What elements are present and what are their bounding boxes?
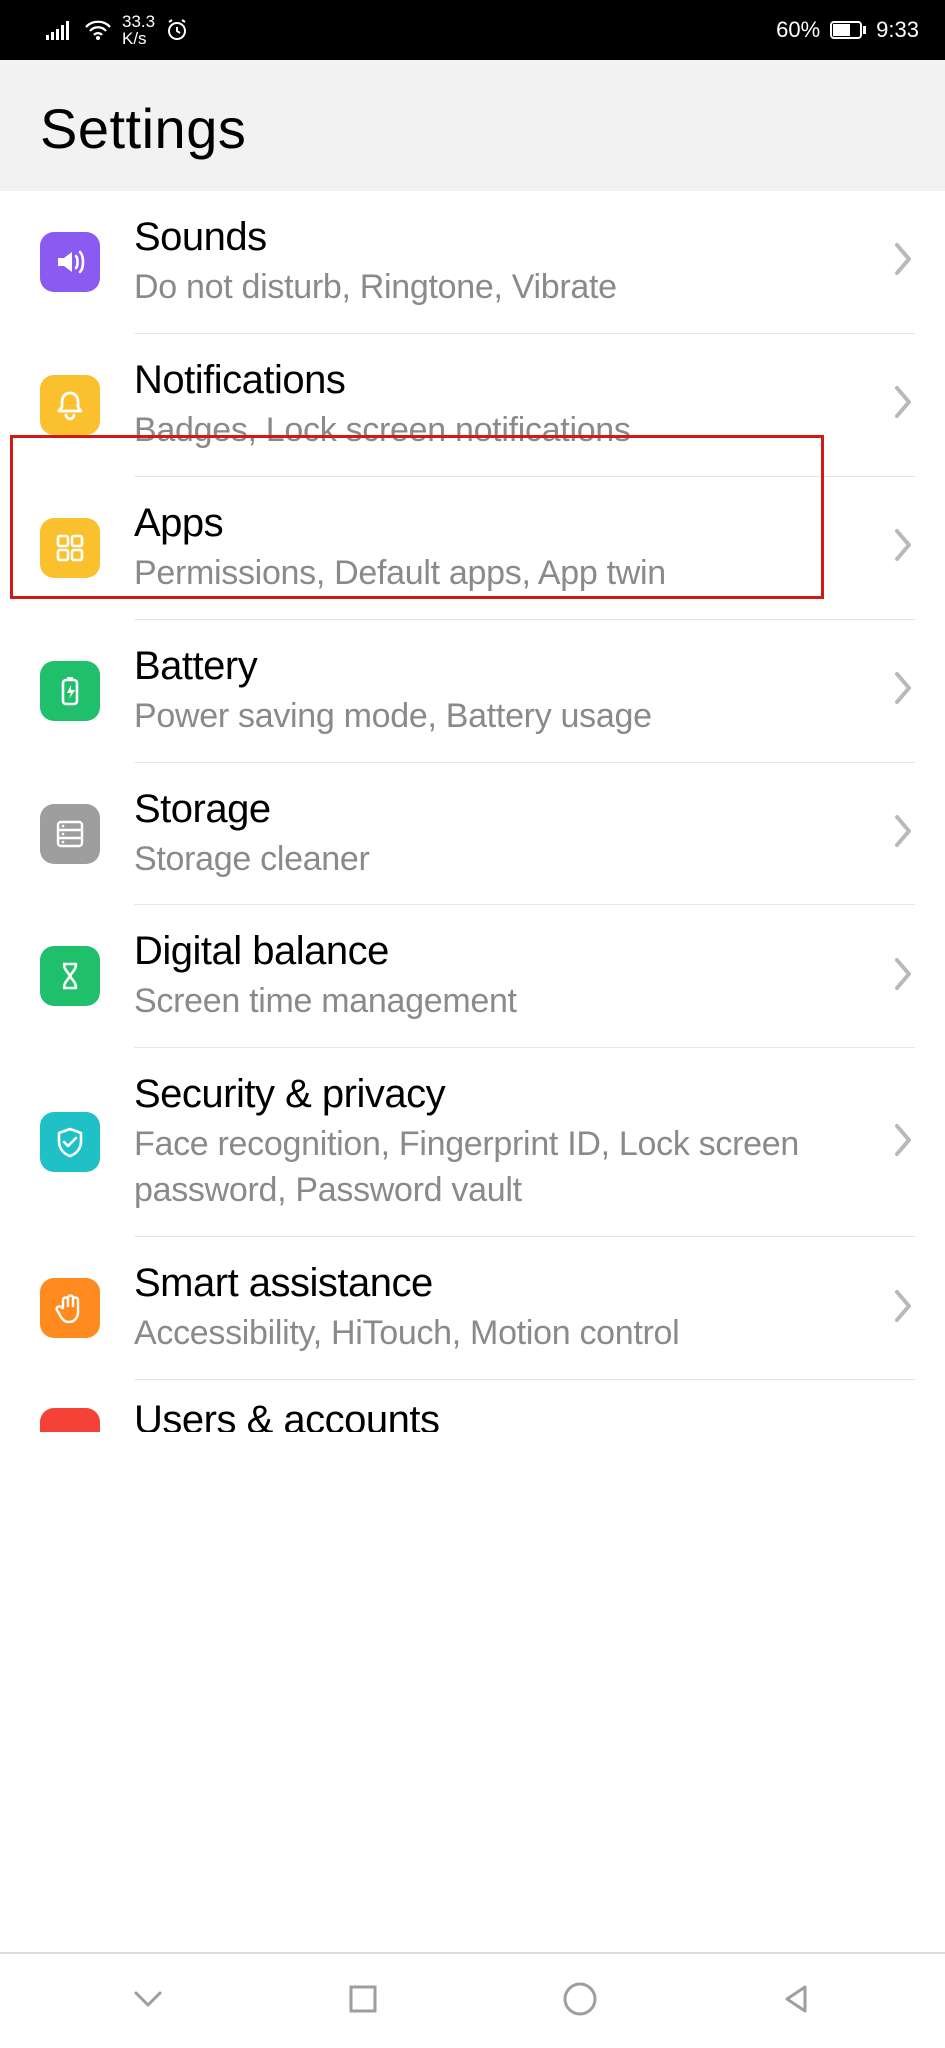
item-title: Digital balance (134, 927, 881, 975)
item-content: Storage Storage cleaner (100, 785, 893, 883)
item-subtitle: Storage cleaner (134, 837, 881, 883)
settings-item-sounds[interactable]: Sounds Do not disturb, Ringtone, Vibrate (0, 191, 945, 333)
chevron-right-icon (893, 241, 915, 282)
speed-number: 33.3 (122, 13, 155, 30)
item-title: Storage (134, 785, 881, 833)
alarm-icon (165, 18, 189, 42)
status-bar: 33.3 K/s 60% 9:33 (0, 0, 945, 60)
item-content: Smart assistance Accessibility, HiTouch,… (100, 1259, 893, 1357)
nav-home-button[interactable] (558, 1977, 602, 2026)
settings-item-digital-balance[interactable]: Digital balance Screen time management (0, 905, 945, 1047)
item-title: Apps (134, 499, 881, 547)
settings-item-smart-assistance[interactable]: Smart assistance Accessibility, HiTouch,… (0, 1237, 945, 1379)
chevron-right-icon (893, 1288, 915, 1329)
item-subtitle: Screen time management (134, 979, 881, 1025)
item-subtitle: Power saving mode, Battery usage (134, 694, 881, 740)
settings-item-battery[interactable]: Battery Power saving mode, Battery usage (0, 620, 945, 762)
item-title: Notifications (134, 356, 881, 404)
nav-back-button[interactable] (777, 1979, 817, 2024)
clock-time: 9:33 (876, 17, 919, 43)
item-title: Sounds (134, 213, 881, 261)
chevron-right-icon (893, 813, 915, 854)
item-title: Smart assistance (134, 1259, 881, 1307)
item-subtitle: Do not disturb, Ringtone, Vibrate (134, 265, 881, 311)
item-subtitle: Accessibility, HiTouch, Motion control (134, 1311, 881, 1357)
item-content: Apps Permissions, Default apps, App twin (100, 499, 893, 597)
hand-icon (40, 1278, 100, 1338)
status-right: 60% 9:33 (776, 17, 919, 43)
apps-grid-icon (40, 518, 100, 578)
sound-icon (40, 232, 100, 292)
item-title: Security & privacy (134, 1070, 881, 1118)
chevron-right-icon (893, 670, 915, 711)
item-content: Security & privacy Face recognition, Fin… (100, 1070, 893, 1214)
nav-collapse-button[interactable] (128, 1979, 168, 2024)
chevron-right-icon (893, 956, 915, 997)
item-title: Battery (134, 642, 881, 690)
users-icon (40, 1408, 100, 1432)
item-content: Digital balance Screen time management (100, 927, 893, 1025)
settings-item-notifications[interactable]: Notifications Badges, Lock screen notifi… (0, 334, 945, 476)
battery-setting-icon (40, 661, 100, 721)
item-content: Sounds Do not disturb, Ringtone, Vibrate (100, 213, 893, 311)
chevron-right-icon (893, 1122, 915, 1163)
chevron-right-icon (893, 384, 915, 425)
item-subtitle: Face recognition, Fingerprint ID, Lock s… (134, 1122, 881, 1214)
battery-icon (830, 21, 866, 39)
settings-header: Settings (0, 60, 945, 191)
nav-recent-button[interactable] (343, 1979, 383, 2024)
settings-list: Sounds Do not disturb, Ringtone, Vibrate… (0, 191, 945, 1432)
wifi-icon (84, 19, 112, 41)
page-title: Settings (40, 96, 905, 161)
settings-item-storage[interactable]: Storage Storage cleaner (0, 763, 945, 905)
settings-item-security[interactable]: Security & privacy Face recognition, Fin… (0, 1048, 945, 1236)
network-speed: 33.3 K/s (122, 13, 155, 47)
navigation-bar (0, 1952, 945, 2048)
bell-icon (40, 375, 100, 435)
settings-item-users-accounts[interactable]: Users & accounts (0, 1380, 945, 1432)
status-left: 33.3 K/s (46, 13, 189, 47)
item-subtitle: Permissions, Default apps, App twin (134, 551, 881, 597)
settings-item-apps[interactable]: Apps Permissions, Default apps, App twin (0, 477, 945, 619)
speed-unit: K/s (122, 30, 155, 47)
item-title: Users & accounts (134, 1396, 903, 1432)
storage-icon (40, 804, 100, 864)
item-content: Users & accounts (100, 1402, 915, 1432)
chevron-right-icon (893, 527, 915, 568)
item-content: Battery Power saving mode, Battery usage (100, 642, 893, 740)
hourglass-icon (40, 946, 100, 1006)
signal-icon (46, 20, 74, 40)
battery-percent: 60% (776, 17, 820, 43)
item-content: Notifications Badges, Lock screen notifi… (100, 356, 893, 454)
shield-icon (40, 1112, 100, 1172)
item-subtitle: Badges, Lock screen notifications (134, 408, 881, 454)
